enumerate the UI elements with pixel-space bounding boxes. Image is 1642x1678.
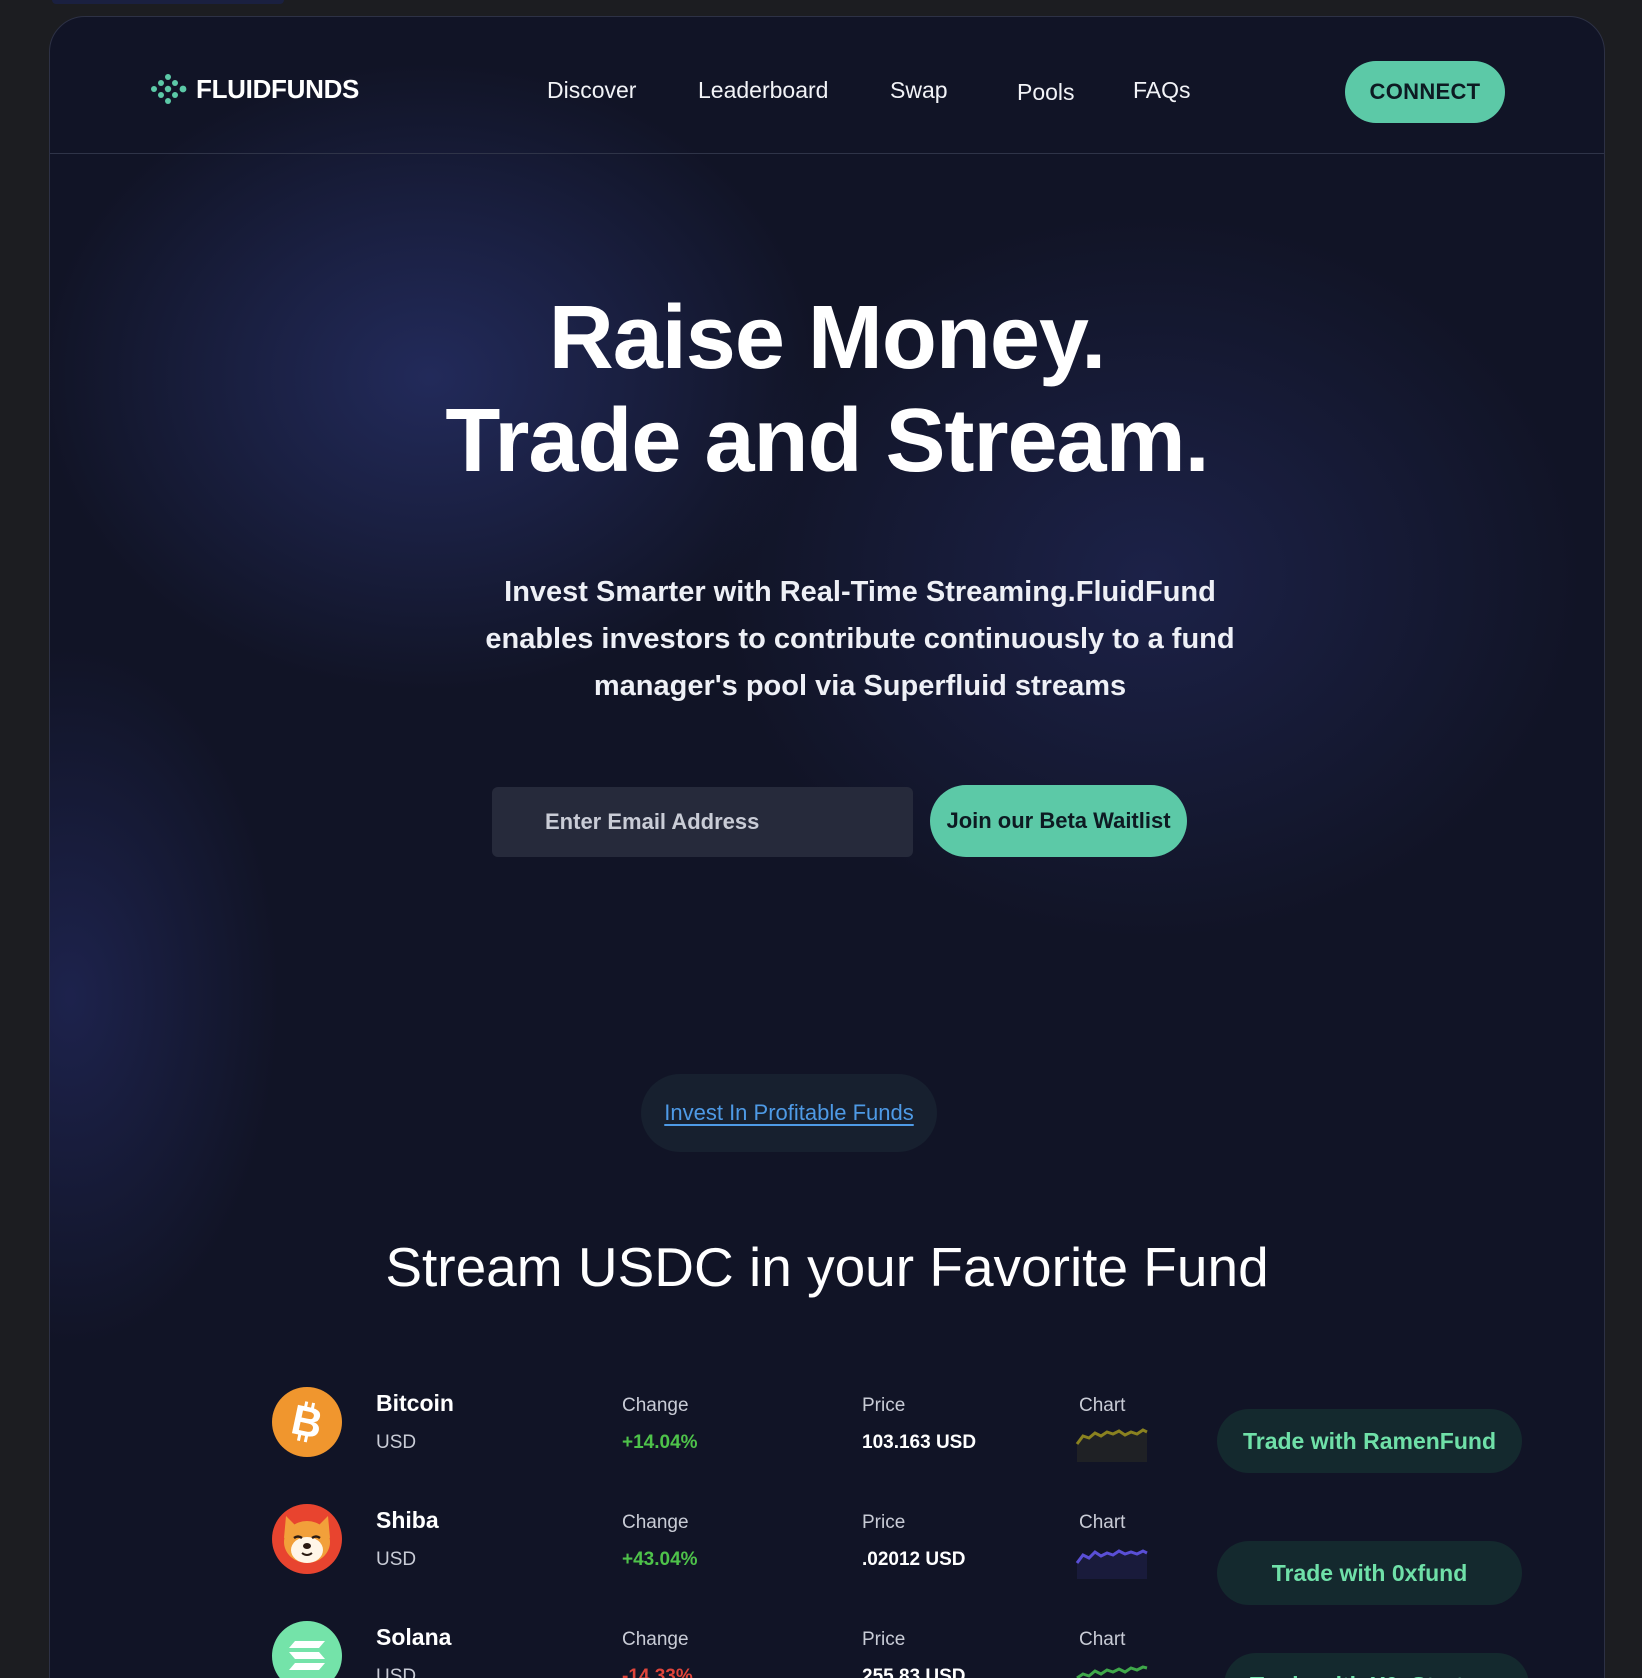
bitcoin-icon: B (272, 1387, 342, 1457)
chart-label: Chart (1079, 1629, 1126, 1650)
chart-label: Chart (1079, 1512, 1126, 1533)
change-label: Change (622, 1512, 689, 1533)
price-label: Price (862, 1629, 906, 1650)
price-label: Price (862, 1395, 906, 1416)
coin-name: Bitcoin (376, 1390, 454, 1416)
price-label: Price (862, 1512, 906, 1533)
trade-button[interactable]: Trade with RamenFund (1217, 1409, 1522, 1473)
invest-link-pill: Invest In Profitable Funds (641, 1074, 937, 1152)
chart-label: Chart (1079, 1395, 1126, 1416)
hero-title-line-1: Raise Money. (548, 288, 1107, 388)
solana-icon (272, 1621, 342, 1678)
section-title: Stream USDC in your Favorite Fund (385, 1236, 1269, 1298)
hero-subtitle: Invest Smarter with Real-Time Streaming.… (485, 576, 1235, 702)
coin-unit: USD (376, 1549, 417, 1570)
trade-button[interactable]: Trade with 0xfund (1217, 1541, 1522, 1605)
nav-discover[interactable]: Discover (547, 77, 636, 104)
nav-leaderboard[interactable]: Leaderboard (698, 77, 828, 104)
email-input[interactable] (492, 787, 913, 857)
sparkline-chart (1075, 1549, 1148, 1579)
top-navbar: FLUIDFUNDS Discover Leaderboard Swap Poo… (50, 17, 1604, 154)
nav-swap[interactable]: Swap (890, 77, 948, 104)
fund-row: Solana USD Change -14.33% Price 255.83 U… (50, 1616, 1604, 1678)
change-label: Change (622, 1629, 689, 1650)
hero-title: Raise Money. Trade and Stream. (50, 287, 1604, 493)
app-window: FLUIDFUNDS Discover Leaderboard Swap Poo… (49, 16, 1605, 1678)
fund-row: B Bitcoin USD Change +14.04% Price 103.1… (50, 1382, 1604, 1492)
coin-unit: USD (376, 1666, 417, 1678)
change-value: +14.04% (622, 1432, 698, 1453)
brand-logo[interactable]: FLUIDFUNDS (148, 71, 359, 107)
change-value: -14.33% (622, 1666, 693, 1678)
hero-title-line-2: Trade and Stream. (445, 391, 1209, 491)
coin-name: Shiba (376, 1507, 439, 1533)
join-waitlist-button[interactable]: Join our Beta Waitlist (930, 785, 1187, 857)
price-value: .02012 USD (862, 1549, 966, 1570)
coin-name: Solana (376, 1624, 452, 1650)
fund-row: Shiba USD Change +43.04% Price .02012 US… (50, 1499, 1604, 1609)
change-value: +43.04% (622, 1549, 698, 1570)
brand-name: FLUIDFUNDS (196, 73, 360, 104)
dots-cluster-icon (151, 74, 187, 104)
price-value: 255.83 USD (862, 1666, 966, 1678)
coin-unit: USD (376, 1432, 417, 1453)
browser-tab-edge (52, 0, 284, 4)
connect-button[interactable]: CONNECT (1345, 61, 1505, 123)
sparkline-chart (1076, 1665, 1148, 1678)
nav-pools[interactable]: Pools (1017, 79, 1075, 106)
invest-profitable-funds-link[interactable]: Invest In Profitable Funds (664, 1100, 913, 1126)
price-value: 103.163 USD (862, 1432, 977, 1453)
trade-button[interactable]: Trade with X0xStrategy (1224, 1653, 1529, 1678)
nav-faqs[interactable]: FAQs (1133, 77, 1191, 104)
shiba-icon (272, 1504, 342, 1574)
change-label: Change (622, 1395, 689, 1416)
sparkline-chart (1075, 1428, 1148, 1462)
